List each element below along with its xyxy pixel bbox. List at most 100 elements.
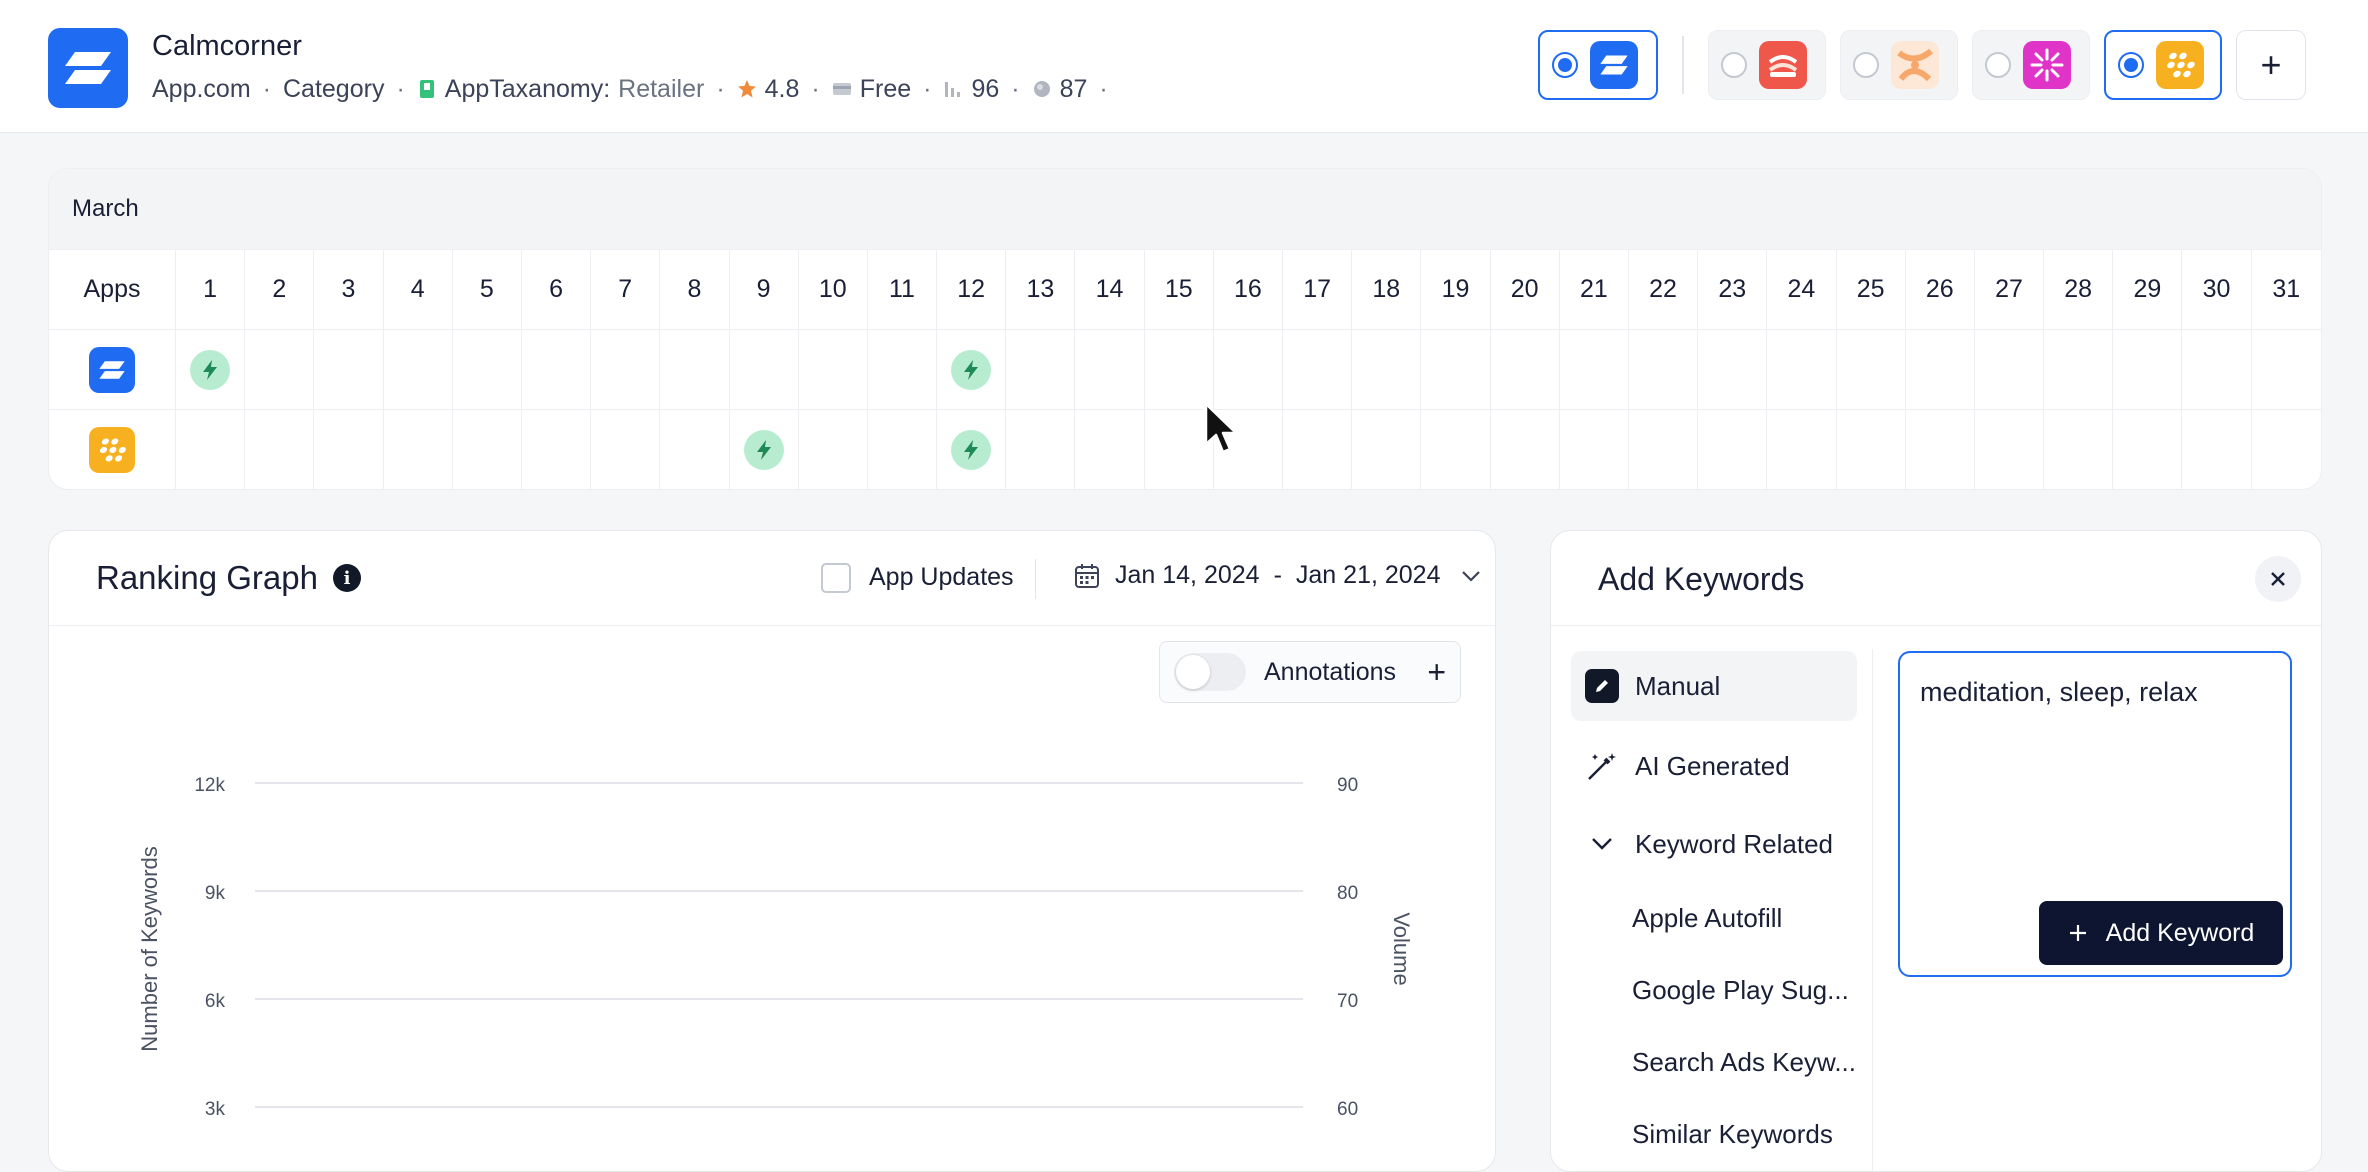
calendar-cell [1629,410,1697,489]
calendar-cell [1006,330,1075,410]
developer-link[interactable]: App.com [152,75,251,104]
add-keyword-button[interactable]: Add Keyword [2039,901,2283,965]
bookmark-icon [419,80,434,98]
calendar-cell [1559,330,1628,410]
calendar-cell [383,330,452,410]
day-header: 23 [1698,250,1767,330]
star-icon [737,80,756,98]
calendar-day-column: 8 [660,250,730,489]
calendar-month: March [49,169,2321,250]
calendar-cell [522,410,590,489]
calendar-cell [2252,410,2321,489]
rank-item: 96 [943,75,999,104]
keyword-source-apple-autofill[interactable]: Apple Autofill [1571,883,1857,953]
compare-app-chip-calmcorner[interactable] [1538,30,1658,100]
day-header: 5 [452,250,521,330]
magic-wand-icon [1588,753,1616,780]
calendar-day-column: 19 [1421,250,1491,489]
calendar-cell [314,410,382,489]
calendar-day-column: 21 [1559,250,1629,489]
calendar-day-column: 18 [1352,250,1422,489]
calendar-cell [2182,330,2251,410]
keyword-source-ai-generated[interactable]: AI Generated [1571,731,1857,801]
category-label[interactable]: Category [283,75,384,104]
radio-button[interactable] [1721,52,1747,78]
calendar-cell [1283,410,1351,489]
keyword-source-similar-keywords[interactable]: Similar Keywords [1571,1099,1857,1169]
calendar-cell [1628,330,1698,410]
orange-pattern-app-icon [1891,41,1939,89]
keyword-source-search-ads[interactable]: Search Ads Keyw... [1571,1027,1857,1097]
app-updates-calendar: March Apps 1 2 3 4 5 6 7 8 9 10 11 12 13 14 15 16 17 18 19 2… [48,168,2322,490]
calendar-cell [1974,330,2044,410]
calendar-cell [245,330,314,410]
dots-app-icon [89,427,135,473]
calendar-cell [1006,410,1074,489]
calendar-cell [1490,330,1559,410]
app-update-bolt-icon[interactable] [743,430,784,470]
day-header: 24 [1767,250,1836,330]
menu-label: Manual [1635,670,1721,701]
add-compare-app-button[interactable]: + [2236,30,2306,100]
radio-button[interactable] [1985,52,2011,78]
app-update-bolt-icon[interactable] [951,430,992,470]
day-header: 27 [1974,250,2044,330]
day-header: 18 [1352,250,1421,330]
keyword-source-manual[interactable]: Manual [1571,651,1857,721]
day-header: 15 [1144,250,1213,330]
app-update-bolt-icon[interactable] [190,349,231,390]
calmcorner-logo-icon [65,52,111,84]
ranking-graph-card: Ranking Graph i App Updates Jan 14, 2024… [48,530,1496,1172]
radio-button[interactable] [1853,52,1879,78]
day-header: 28 [2044,250,2113,330]
calendar-cell [1906,410,1974,489]
calendar-cell [314,330,383,410]
ranking-chart: 12k 90 9k 80 6k 70 3k 60 Number of Keywords Volum… [137,775,1414,1120]
menu-label: AI Generated [1635,750,1790,781]
compare-app-chip-pink[interactable] [1972,30,2090,100]
y-tick-label: 3k [205,1099,226,1120]
calmcorner-app-logo [48,28,128,108]
calendar-cell [1560,410,1628,489]
compare-app-chip-sushi[interactable] [1708,30,1826,100]
close-button[interactable] [2255,556,2301,602]
day-header: 1 [176,250,245,330]
calendar-cell [1837,410,1905,489]
calendar-cell [521,330,591,410]
calendar-cell [1698,410,1766,489]
app-header: Calmcorner App.com · Category · AppTaxan… [0,0,2368,133]
calendar-cell [1905,330,1974,410]
keyword-source-keyword-related[interactable]: Keyword Related [1571,809,1857,879]
calendar-grid: Apps 1 2 3 4 5 6 7 8 9 10 11 12 13 14 15 16 17 18 19 20 21 22 2… [49,250,2321,489]
mouse-cursor-icon [1204,402,1238,454]
calendar-cell [867,330,937,410]
calendar-cell [591,410,659,489]
calendar-cell [591,330,660,410]
app-update-bolt-icon[interactable] [951,349,992,390]
calendar-cell [937,410,1005,489]
compare-app-chip-dots[interactable] [2104,30,2222,100]
compare-app-chip-orange[interactable] [1840,30,1958,100]
day-header: 6 [521,250,591,330]
sushi-app-icon [1759,41,1807,89]
radio-button[interactable] [2118,52,2144,78]
app-meta-row: App.com · Category · AppTaxanomy: Retail… [152,74,1108,104]
calendar-day-column: 23 [1698,250,1768,489]
calendar-cell [1975,410,2043,489]
calendar-day-column: 26 [1905,250,1975,489]
visibility-item: 87 [1032,75,1087,104]
calmcorner-app-icon [1590,41,1638,89]
radio-button[interactable] [1552,52,1578,78]
calendar-cell [660,410,728,489]
calendar-day-column: 17 [1283,250,1353,489]
keyword-source-google-play-suggestions[interactable]: Google Play Sug... [1571,955,1857,1025]
calendar-cell [1075,410,1143,489]
calendar-cell [453,410,521,489]
day-header: 3 [314,250,383,330]
y2-tick-label: 70 [1337,991,1358,1012]
day-header: 16 [1213,250,1282,330]
day-header: 14 [1075,250,1144,330]
calendar-cell [799,410,867,489]
menu-label: Keyword Related [1635,828,1833,859]
calendar-cell [245,410,313,489]
